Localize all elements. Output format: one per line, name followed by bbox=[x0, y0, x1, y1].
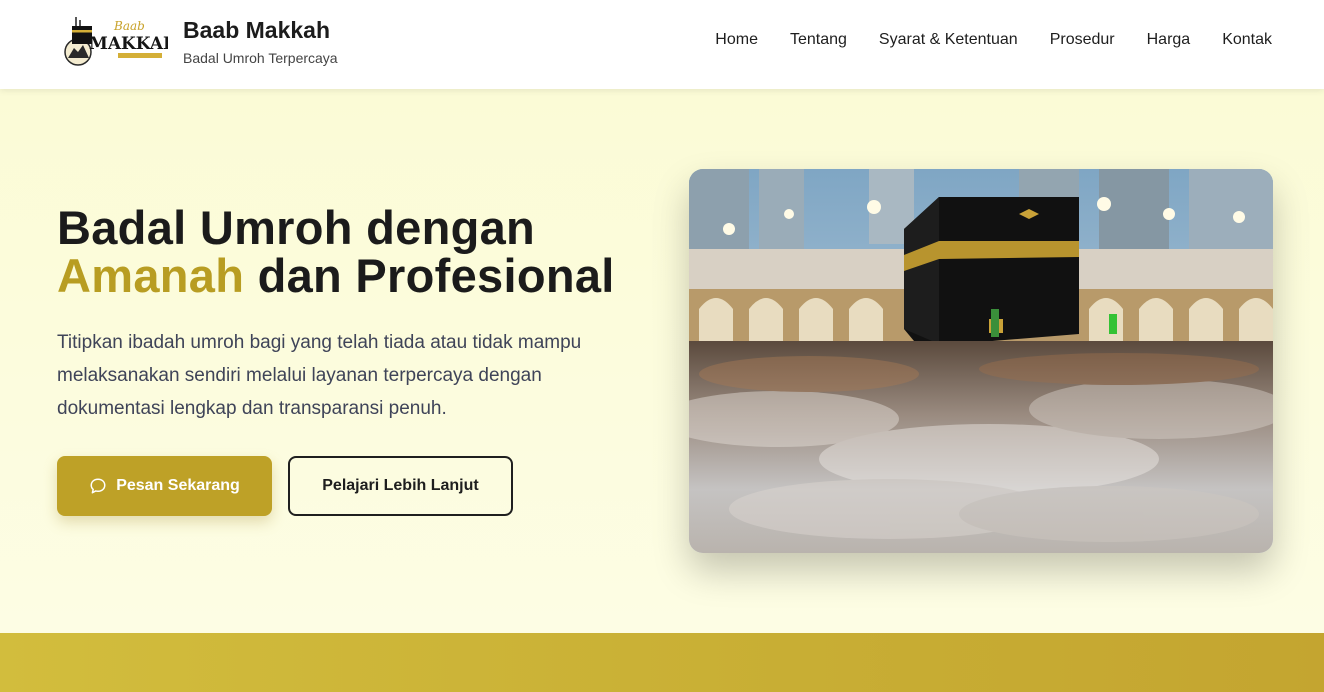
svg-text:Baab: Baab bbox=[113, 19, 145, 33]
brand-name[interactable]: Baab Makkah bbox=[183, 17, 330, 44]
order-now-button[interactable]: Pesan Sekarang bbox=[57, 456, 272, 516]
hero-title-accent: Amanah bbox=[57, 249, 245, 302]
kaaba-illustration bbox=[689, 169, 1273, 553]
nav-prosedur[interactable]: Prosedur bbox=[1050, 31, 1115, 49]
chat-bubble-icon bbox=[90, 478, 106, 494]
brand-tagline: Badal Umroh Terpercaya bbox=[183, 50, 338, 66]
nav-home[interactable]: Home bbox=[715, 31, 758, 49]
next-section-band bbox=[0, 633, 1324, 692]
nav-harga[interactable]: Harga bbox=[1147, 31, 1191, 49]
hero-title-line1: Badal Umroh dengan bbox=[57, 201, 536, 254]
hero-title: Badal Umroh dengan Amanah dan Profesiona… bbox=[57, 204, 615, 300]
svg-text:MAKKAH: MAKKAH bbox=[89, 34, 168, 54]
kaaba-photo bbox=[689, 169, 1273, 553]
hero-title-rest: dan Profesional bbox=[244, 249, 615, 302]
baab-makkah-logo[interactable]: Baab MAKKAH bbox=[62, 12, 168, 68]
nav-syarat-ketentuan[interactable]: Syarat & Ketentuan bbox=[879, 31, 1018, 49]
learn-more-button[interactable]: Pelajari Lebih Lanjut bbox=[288, 456, 513, 516]
order-now-label: Pesan Sekarang bbox=[116, 477, 240, 494]
site-header: Baab MAKKAH Baab Makkah Badal Umroh Terp… bbox=[0, 0, 1324, 89]
main-nav: Home Tentang Syarat & Ketentuan Prosedur… bbox=[715, 31, 1272, 49]
hero-description: Titipkan ibadah umroh bagi yang telah ti… bbox=[57, 332, 582, 419]
nav-tentang[interactable]: Tentang bbox=[790, 31, 847, 49]
nav-kontak[interactable]: Kontak bbox=[1222, 31, 1272, 49]
learn-more-label: Pelajari Lebih Lanjut bbox=[322, 477, 479, 494]
